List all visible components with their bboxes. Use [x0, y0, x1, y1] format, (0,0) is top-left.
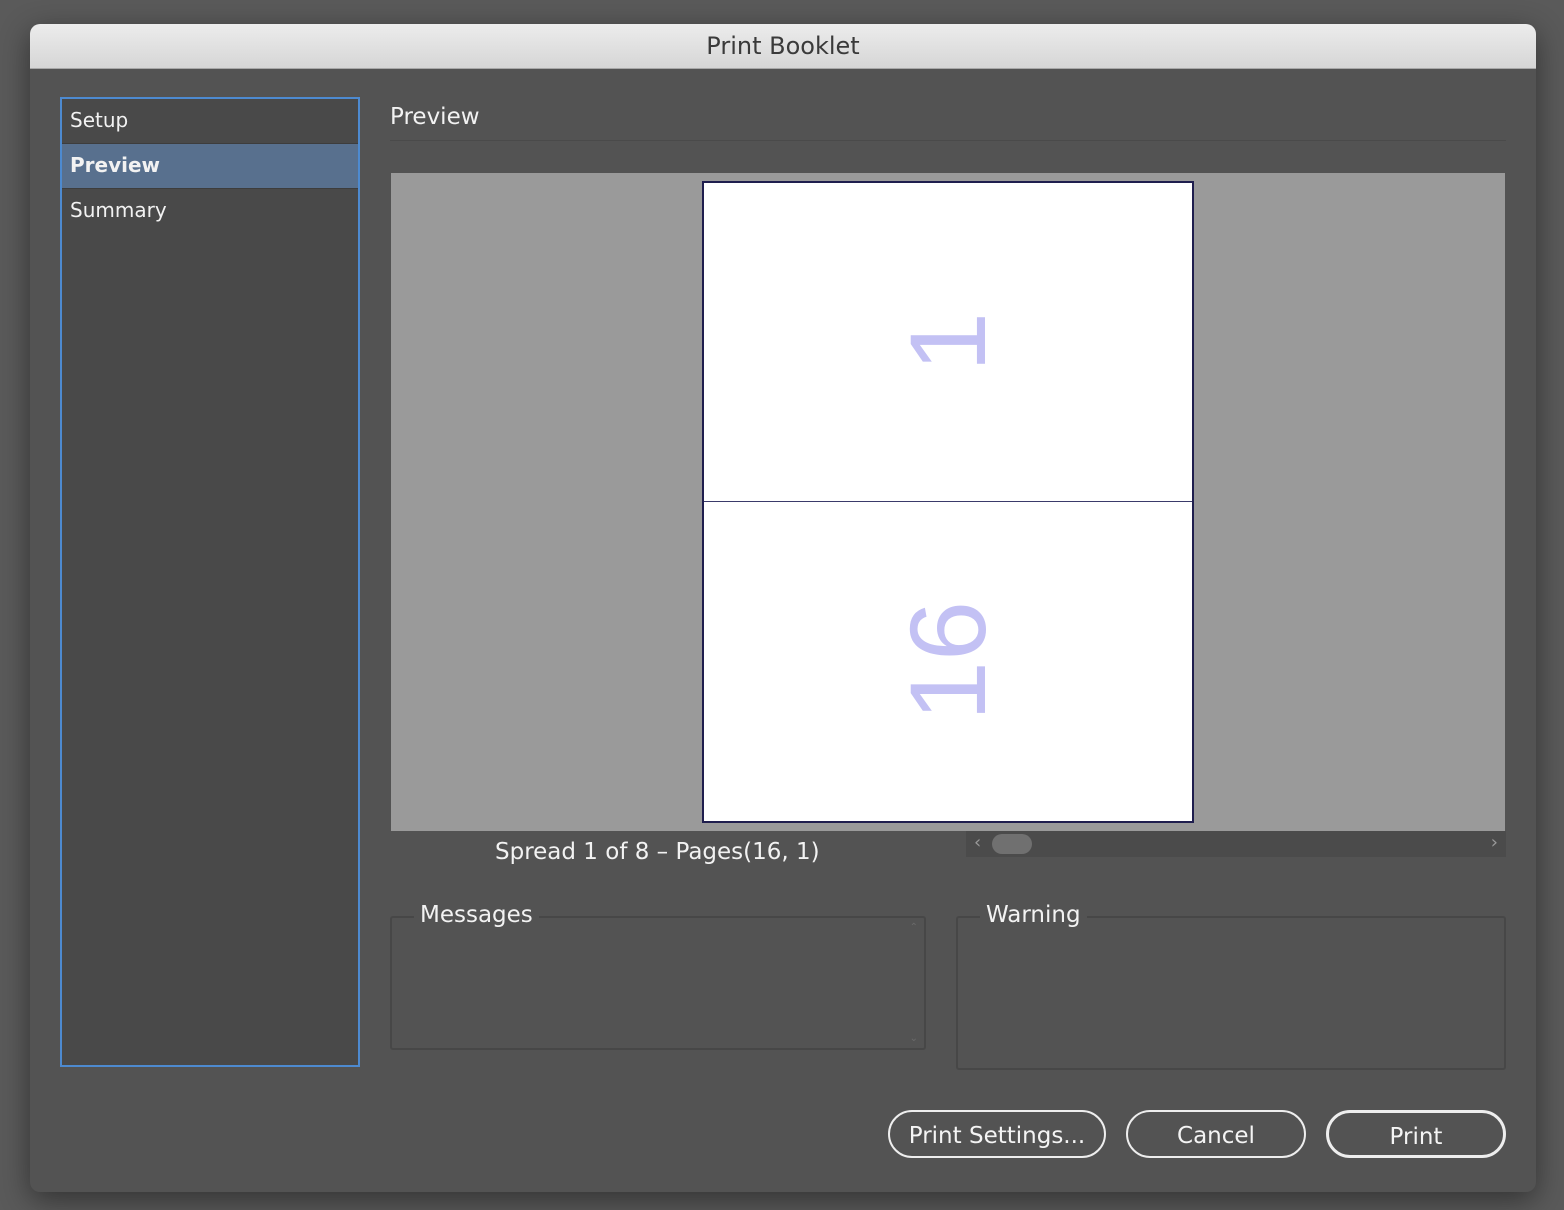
warning-label: Warning: [980, 899, 1087, 931]
chevron-right-icon[interactable]: ›: [1491, 831, 1498, 855]
messages-box: Messages ⌃ ⌄: [390, 899, 926, 1050]
cancel-button[interactable]: Cancel: [1126, 1110, 1306, 1158]
section-divider: [390, 140, 1506, 141]
warning-box: Warning: [956, 899, 1506, 1070]
booklet-page-preview: 1 16: [702, 181, 1194, 823]
print-settings-button[interactable]: Print Settings...: [888, 1110, 1106, 1158]
window-title: Print Booklet: [30, 24, 1536, 69]
spread-scrollbar[interactable]: ‹ ›: [966, 831, 1506, 857]
print-button[interactable]: Print: [1326, 1110, 1506, 1158]
scroll-down-icon: ⌄: [909, 1033, 918, 1044]
chevron-left-icon[interactable]: ‹: [974, 831, 981, 855]
sidebar-item-setup[interactable]: Setup: [62, 99, 358, 144]
section-title: Preview: [390, 104, 480, 130]
messages-label: Messages: [414, 899, 539, 931]
scrollbar-thumb[interactable]: [992, 834, 1032, 854]
scroll-up-icon: ⌃: [909, 922, 918, 933]
page-number-bottom: 16: [887, 600, 1008, 722]
sidebar-nav: Setup Preview Summary: [60, 97, 360, 1067]
sidebar-item-summary[interactable]: Summary: [62, 189, 358, 233]
page-number-top: 1: [887, 311, 1008, 373]
page-top-half: 1: [704, 183, 1192, 501]
spread-info: Spread 1 of 8 – Pages(16, 1): [495, 839, 820, 865]
preview-canvas: 1 16: [391, 173, 1505, 831]
page-bottom-half: 16: [704, 502, 1192, 820]
sidebar-item-preview[interactable]: Preview: [62, 144, 358, 189]
print-booklet-dialog: Print Booklet Setup Preview Summary Prev…: [30, 24, 1536, 1192]
